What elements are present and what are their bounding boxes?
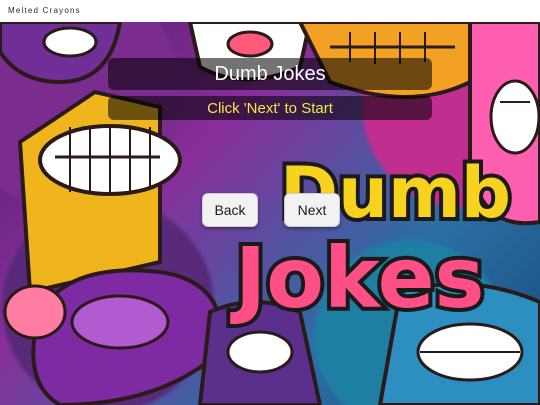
next-button-label: Next (297, 202, 327, 218)
title-overlay: Dumb Jokes (108, 58, 432, 90)
purple-character-bottomleft (3, 268, 224, 405)
logo-dumb-jokes: Dumb Jokes (226, 148, 515, 331)
yellow-character-left (17, 89, 182, 295)
back-button[interactable]: Back (202, 193, 258, 227)
subtitle-overlay: Click 'Next' to Start (108, 96, 432, 120)
brand-name: Melted Crayons (8, 6, 81, 15)
back-button-label: Back (214, 202, 246, 218)
logo-line2: Jokes (230, 229, 485, 327)
start-instruction: Click 'Next' to Start (207, 99, 333, 117)
top-bar: Melted Crayons (0, 0, 540, 23)
page-title: Dumb Jokes (214, 62, 326, 85)
next-button[interactable]: Next (284, 193, 340, 227)
purple-character-topleft (0, 22, 123, 85)
